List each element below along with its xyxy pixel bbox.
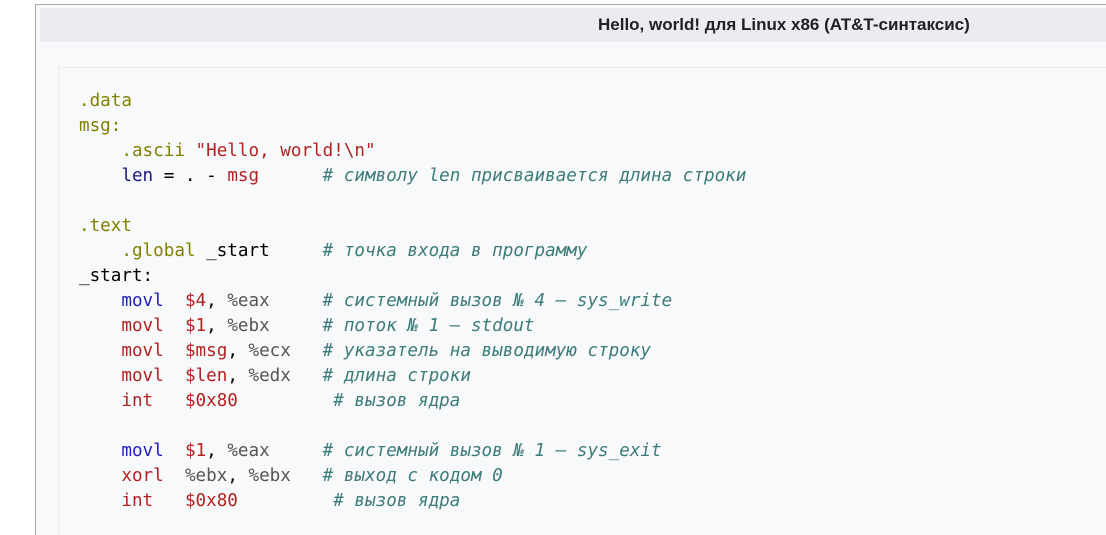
code-token: int [121,391,154,411]
code-token: movl [121,291,164,311]
code-line: .ascii "Hello, world!\n" [79,139,746,164]
code-token: = . - [153,166,228,186]
code-token: $msg [184,341,228,361]
code-line: .data [79,89,746,114]
code-token: $0x80 [184,391,238,411]
code-token: .ascii [121,141,196,161]
code-token: , [206,316,228,336]
code-comment: # системный вызов № 1 — sys_exit [322,441,662,461]
code-token: $1 [184,441,207,461]
code-token: , [206,291,228,311]
code-token: , [227,366,249,386]
code-token: %ecx [248,341,291,361]
code-token: , [227,466,249,486]
code-token: $len [184,366,228,386]
code-token: movl [121,316,164,336]
code-token: $1 [184,316,207,336]
code-token: _start: [79,266,154,286]
code-line: int $0x80 # вызов ядра [79,389,746,414]
code-line: movl $4, %eax # системный вызов № 4 — sy… [79,289,746,314]
code-token: %ebx [248,466,291,486]
code-token: %eax [227,441,270,461]
code-line: movl $1, %eax # системный вызов № 1 — sy… [79,439,746,464]
code-token: %eax [227,291,270,311]
code-line: movl $msg, %ecx # указатель на выводимую… [79,339,746,364]
code-token: .global [121,241,207,261]
code-token: .text [79,216,132,236]
code-line: len = . - msg # символу len присваиваетс… [79,164,746,189]
code-line: int $0x80 # вызов ядра [79,489,746,514]
code-token: _start [206,241,270,261]
code-token: %ebx [227,316,270,336]
code-token: %edx [248,366,291,386]
code-line: msg: [79,114,746,139]
code-line: .global _start # точка входа в программу [79,239,746,264]
code-token: , [227,341,249,361]
code-comment: # длина строки [322,366,471,386]
code-line: _start: [79,264,746,289]
code-line: .text [79,214,746,239]
code-token: , [206,441,228,461]
code-token: %ebx [184,466,228,486]
example-title: Hello, world! для Linux x86 (AT&T-синтак… [598,15,970,34]
code-line: movl $len, %edx # длина строки [79,364,746,389]
code-token: msg [227,166,260,186]
code-comment: # вызов ядра [333,391,461,411]
code-token: msg: [79,116,122,136]
assembly-code: .data msg: .ascii "Hello, world!\n" len =… [79,89,746,514]
code-comment: # системный вызов № 4 — sys_write [322,291,673,311]
code-line: xorl %ebx, %ebx # выход с кодом 0 [79,464,746,489]
code-token: movl [121,341,164,361]
code-token: xorl [121,466,164,486]
code-comment: # указатель на выводимую строку [322,341,652,361]
code-token: $4 [184,291,207,311]
code-token: "Hello, world!\n" [195,141,376,161]
code-token: int [121,491,154,511]
code-comment: # поток № 1 — stdout [322,316,535,336]
code-token: .data [79,91,132,111]
code-token: $0x80 [184,491,238,511]
code-line: movl $1, %ebx # поток № 1 — stdout [79,314,746,339]
code-comment: # точка входа в программу [322,241,588,261]
code-comment: # символу len присваивается длина строки [322,166,747,186]
code-token: len [121,166,154,186]
code-token: movl [121,441,164,461]
code-token: movl [121,366,164,386]
code-comment: # вызов ядра [333,491,461,511]
code-comment: # выход с кодом 0 [322,466,503,486]
